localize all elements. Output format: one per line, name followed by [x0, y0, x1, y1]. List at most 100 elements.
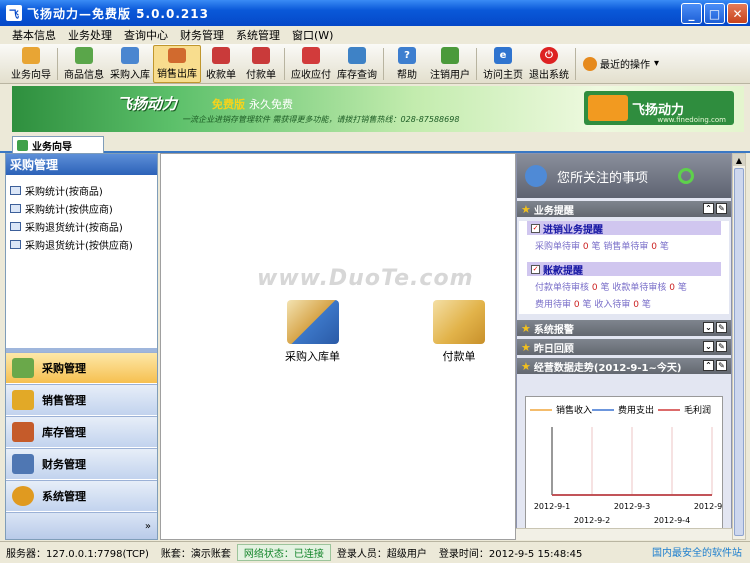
report-icon [10, 186, 21, 195]
pin-icon[interactable]: ✎ [716, 203, 727, 214]
nav-label: 销售管理 [42, 394, 86, 407]
sub-trading-reminder: ✓ 进销业务提醒 [527, 221, 721, 236]
nav-sales-management[interactable]: 销售管理 [6, 384, 157, 415]
ledger-icon [302, 46, 320, 64]
logo-text: 飞扬动力 [632, 102, 685, 118]
report-link-label: 采购统计(按商品) [25, 187, 103, 198]
toolbar-payment-button[interactable]: 付款单 [241, 45, 281, 83]
title-bar: 飞 飞扬动力—免费版 5.0.0.213 _ □ ✕ [0, 0, 750, 26]
close-button[interactable]: ✕ [727, 3, 748, 24]
menu-basic-info[interactable]: 基本信息 [6, 27, 62, 43]
network-label: 网络状态： [243, 549, 294, 560]
status-server: 服务器：127.0.0.1:7798(TCP) [6, 549, 149, 560]
collapse-icon[interactable]: ⌃ [703, 360, 714, 371]
toolbar-purchase-button[interactable]: 采购入库 [107, 45, 153, 83]
sales-pending-link[interactable]: 销售单待审 [603, 242, 648, 252]
cart-icon [12, 358, 34, 378]
report-link-purchase-by-supplier[interactable]: 采购统计(按供应商) [6, 200, 157, 217]
shortcut-label: 付款单 [442, 350, 476, 363]
report-link-return-by-supplier[interactable]: 采购退货统计(按供应商) [6, 236, 157, 253]
expand-icon[interactable]: ⌄ [703, 341, 714, 352]
nav-purchase-management[interactable]: 采购管理 [6, 352, 157, 383]
toolbar-separator [575, 47, 576, 80]
toolbar-logout-user-button[interactable]: 注销用户 [427, 45, 473, 83]
toolbar-ledger-button[interactable]: 应收应付 [288, 45, 334, 83]
sales-pending-count: 0 [651, 242, 658, 252]
pin-icon[interactable]: ✎ [716, 322, 727, 333]
report-icon [10, 222, 21, 231]
toolbar-exit-button[interactable]: ⏻ 退出系统 [526, 45, 572, 83]
nav-more-button[interactable]: » [6, 512, 157, 539]
expense-pending-link[interactable]: 费用待审 [535, 300, 571, 310]
recent-operations-dropdown[interactable]: 最近的操作 ▾ [583, 56, 659, 71]
maximize-button[interactable]: □ [704, 3, 725, 24]
report-link-purchase-by-product[interactable]: 采购统计(按商品) [6, 182, 157, 199]
toolbar-product-button[interactable]: 商品信息 [61, 45, 107, 83]
toolbar-sales-button[interactable]: 销售出库 [153, 44, 201, 83]
legend-label: 销售收入 [556, 404, 592, 416]
right-panel-scrollbar[interactable]: ▲ [732, 153, 746, 540]
pin-icon[interactable]: ✎ [716, 360, 727, 371]
expand-icon[interactable]: ⌄ [703, 322, 714, 333]
scroll-up-icon[interactable]: ▲ [733, 154, 745, 166]
tab-label: 业务向导 [32, 141, 72, 153]
sub-account-reminder: ✓ 账款提醒 [527, 262, 721, 277]
unit-label: 笔 [582, 300, 592, 310]
shortcut-payment[interactable]: 付款单 [433, 300, 485, 364]
tab-business-guide[interactable]: 业务向导 [12, 136, 104, 153]
logout-user-icon [441, 46, 459, 64]
receipt-pending-count: 0 [669, 283, 676, 293]
menu-business[interactable]: 业务处理 [62, 27, 118, 43]
nav-system-management[interactable]: 系统管理 [6, 480, 157, 511]
banner-subtitle: 一流企业进销存管理软件 需获得更多功能，请拨打销售热线：028-87588698 [182, 115, 460, 124]
trend-chart-svg: 销售收入 费用支出 毛利润 2012-9-1 2012-9-2 2012-9-3 2012-… [530, 404, 730, 525]
menu-window[interactable]: 窗口(W) [286, 27, 339, 43]
section-title: 系统报警 [533, 324, 574, 336]
purchase-pending-link[interactable]: 采购单待审 [535, 242, 580, 252]
account-reminder-line-2: 费用待审 0 笔 收入待审 0 笔 [535, 297, 717, 310]
purchase-icon [121, 46, 139, 64]
finance-card-icon [12, 454, 34, 474]
nav-inventory-management[interactable]: 库存管理 [6, 416, 157, 447]
banner-forever-label: 永久免费 [249, 98, 293, 111]
banner-free-label: 免费版 [212, 98, 245, 111]
scrollbar-thumb[interactable] [734, 168, 744, 536]
logo-mark-icon [588, 95, 628, 121]
status-account: 账套：演示账套 [160, 549, 231, 560]
sales-icon [168, 47, 186, 63]
collapse-icon[interactable]: ⌃ [703, 203, 714, 214]
shortcut-purchase-receipt[interactable]: 采购入库单 [285, 300, 340, 364]
section-business-trend[interactable]: ★ 经营数据走势(2012-9-1~今天) ⌃ ✎ [517, 358, 731, 374]
right-panel-hscrollbar[interactable] [516, 528, 732, 540]
toolbar-label: 库存查询 [337, 69, 377, 81]
unit-label: 笔 [677, 283, 687, 293]
x-tick-label: 2012-9-5 [694, 502, 722, 511]
section-yesterday-review[interactable]: ★ 昨日回顾 ⌄ ✎ [517, 339, 731, 355]
attention-panel: 您所关注的事项 ★ 业务提醒 ⌃ ✎ ✓ 进销业务提醒 采购单待审 0 笔 销售单… [516, 153, 732, 540]
toolbar-stock-button[interactable]: 库存查询 [334, 45, 380, 83]
power-icon: ⏻ [540, 46, 558, 64]
warehouse-icon [12, 422, 34, 442]
recent-operations-label: 最近的操作 [600, 60, 650, 71]
sub-title: 账款提醒 [543, 265, 583, 277]
toolbar-receipt-button[interactable]: 收款单 [201, 45, 241, 83]
payment-pending-link[interactable]: 付款单待审核 [535, 283, 589, 293]
toolbar-help-button[interactable]: ? 帮助 [387, 45, 427, 83]
minimize-button[interactable]: _ [681, 3, 702, 24]
receipt-pending-link[interactable]: 收款单待审核 [612, 283, 666, 293]
refresh-icon[interactable] [678, 168, 695, 184]
menu-finance[interactable]: 财务管理 [174, 27, 230, 43]
menu-query[interactable]: 查询中心 [118, 27, 174, 43]
trend-chart: 销售收入 费用支出 毛利润 2012-9-1 2012-9-2 2012-9-3 2012-… [525, 396, 730, 538]
section-system-alarm[interactable]: ★ 系统报警 ⌄ ✎ [517, 320, 731, 336]
pin-icon[interactable]: ✎ [716, 341, 727, 352]
report-link-return-by-product[interactable]: 采购退货统计(按商品) [6, 218, 157, 235]
menu-system[interactable]: 系统管理 [230, 27, 286, 43]
income-pending-link[interactable]: 收入待审 [594, 300, 630, 310]
toolbar-homepage-button[interactable]: e 访问主页 [480, 45, 526, 83]
purchase-receipt-icon [286, 300, 339, 344]
section-business-reminder[interactable]: ★ 业务提醒 ⌃ ✎ [517, 201, 731, 217]
toolbar-guide-button[interactable]: 业务向导 [8, 45, 54, 83]
unit-label: 笔 [641, 300, 651, 310]
nav-finance-management[interactable]: 财务管理 [6, 448, 157, 479]
